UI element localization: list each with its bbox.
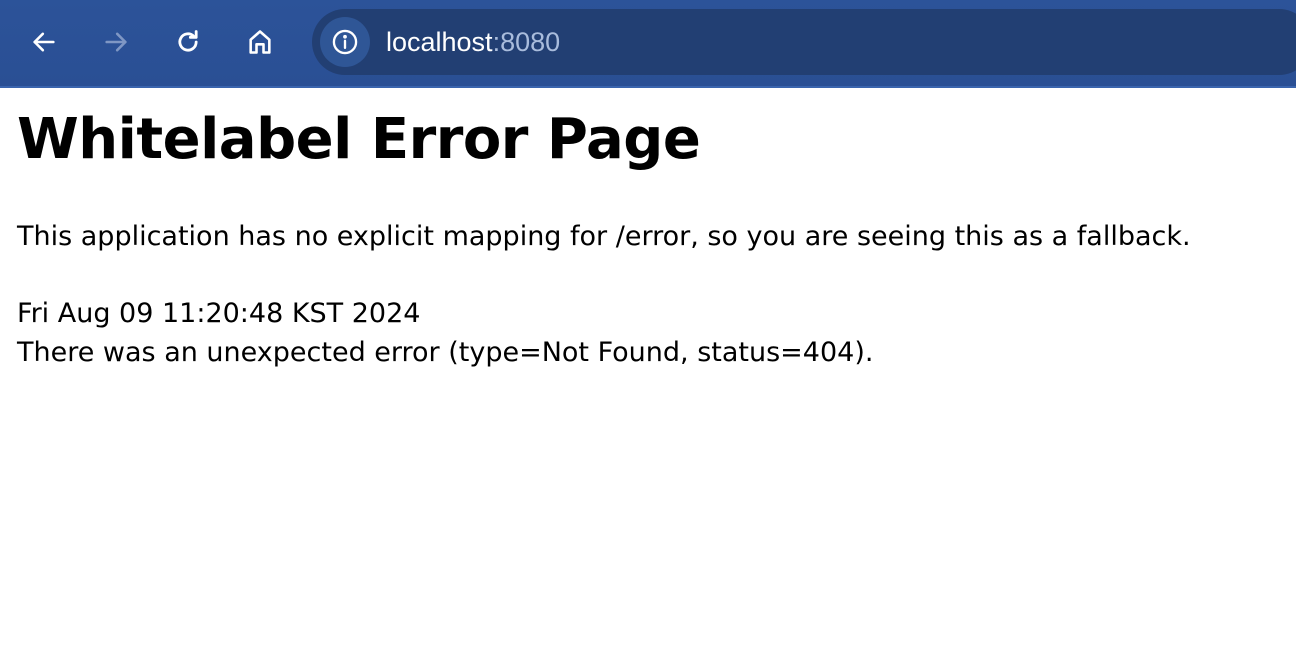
reload-icon bbox=[178, 30, 198, 52]
error-message: There was an unexpected error (type=Not … bbox=[17, 337, 874, 368]
browser-toolbar: localhost:8080 bbox=[0, 0, 1296, 88]
home-button[interactable] bbox=[240, 22, 280, 62]
arrow-right-icon bbox=[105, 32, 127, 52]
url-host: localhost bbox=[386, 27, 493, 57]
site-info-button[interactable] bbox=[320, 17, 370, 67]
page-content: Whitelabel Error Page This application h… bbox=[17, 90, 1277, 372]
error-description: This application has no explicit mapping… bbox=[17, 221, 1191, 252]
error-details: Fri Aug 09 11:20:48 KST 2024 There was a… bbox=[17, 294, 1277, 372]
forward-button[interactable] bbox=[96, 22, 136, 62]
info-icon bbox=[332, 29, 358, 55]
url-port: :8080 bbox=[492, 27, 561, 57]
address-bar[interactable]: localhost:8080 bbox=[312, 9, 1296, 75]
error-timestamp: Fri Aug 09 11:20:48 KST 2024 bbox=[17, 298, 421, 329]
reload-button[interactable] bbox=[168, 22, 208, 62]
url-text[interactable]: localhost:8080 bbox=[386, 24, 560, 60]
back-button[interactable] bbox=[24, 22, 64, 62]
arrow-left-icon bbox=[33, 32, 55, 52]
page-title: Whitelabel Error Page bbox=[17, 107, 701, 172]
home-icon bbox=[249, 30, 271, 54]
